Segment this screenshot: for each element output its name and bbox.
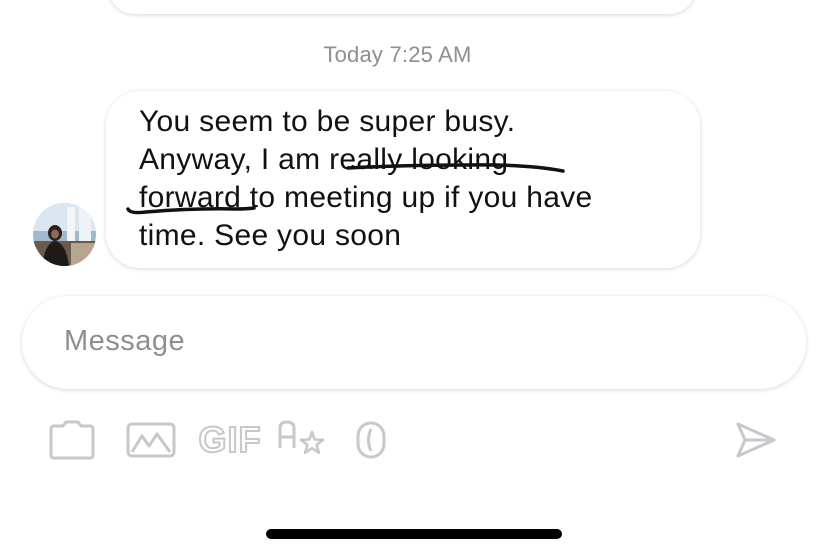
camera-icon [49,420,95,460]
avatar-photo [33,203,96,266]
message-timestamp: Today 7:25 AM [323,42,472,67]
message-line-4: time. See you soon [139,219,402,252]
message-line-2: Anyway, I am really looking [139,143,509,176]
home-indicator[interactable] [266,529,562,539]
gallery-icon [126,422,176,458]
avatar[interactable] [33,203,96,266]
gif-icon: GIF [198,418,262,461]
message-line-3: forward to meeting up if you have [139,181,593,214]
translate-button[interactable] [276,418,330,462]
message-line-1: You seem to be super busy. [139,105,516,138]
translate-icon [278,420,325,455]
message-composer[interactable] [22,296,806,389]
message-bubble[interactable]: You seem to be super busy. Anyway, I am … [106,91,700,268]
send-button[interactable] [734,418,778,462]
sticker-icon [356,421,386,459]
previous-message-bubble [108,0,696,14]
chat-screen: Today 7:25 AM You seem to be super busy.… [0,0,828,555]
sticker-button[interactable] [354,418,388,462]
gif-button[interactable]: GIF [198,418,262,462]
send-icon [736,422,776,458]
message-input[interactable] [64,318,764,364]
message-text: You seem to be super busy. Anyway, I am … [139,103,684,255]
gallery-button[interactable] [125,418,177,462]
camera-button[interactable] [46,418,98,462]
